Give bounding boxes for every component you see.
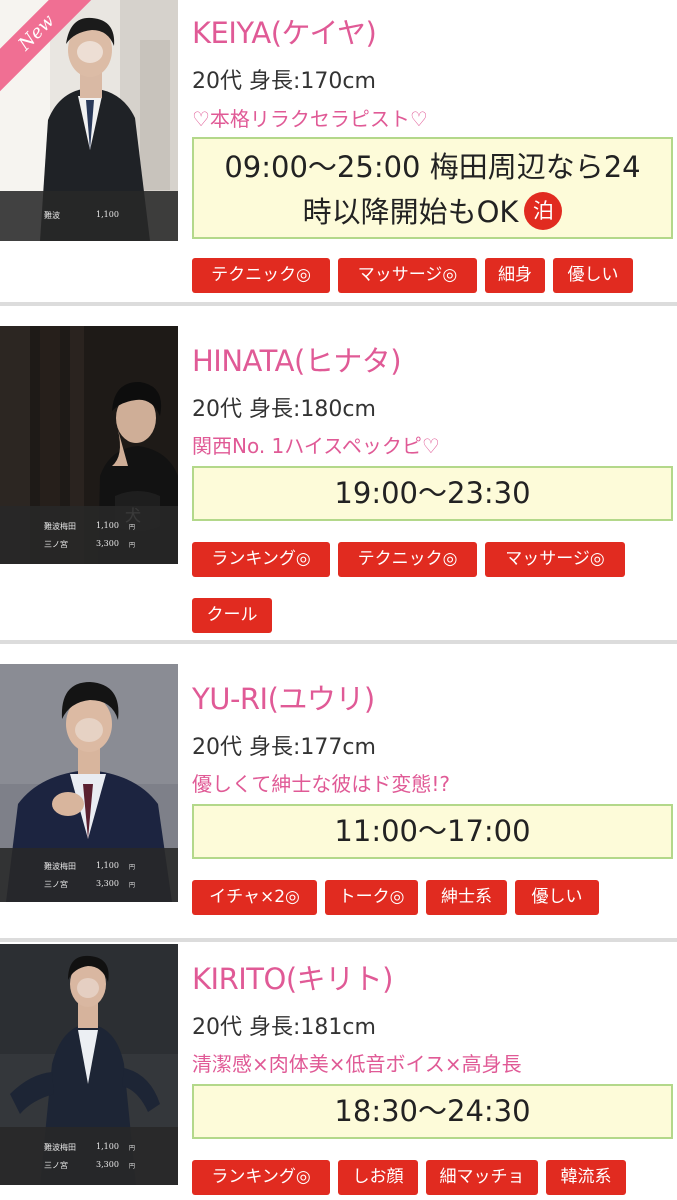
cast-stats: 20代 身長:180cm bbox=[192, 397, 376, 422]
cast-card-yuri[interactable]: 難波梅田 1,100 円 三ノ宮 3,300 円 YU-RI(ユウリ) 20代 … bbox=[0, 644, 677, 938]
cast-name[interactable]: YU-RI(ユウリ) bbox=[192, 676, 375, 718]
price-area: 難波梅田 bbox=[44, 1143, 76, 1152]
tag-lean-muscle[interactable]: 細マッチョ bbox=[426, 1160, 538, 1195]
tag-kind[interactable]: 優しい bbox=[515, 880, 599, 915]
cast-name[interactable]: KEIYA(ケイヤ) bbox=[192, 10, 377, 52]
price-row: 三ノ宮 3,300 円 bbox=[0, 539, 178, 551]
tag-technique[interactable]: テクニック◎ bbox=[192, 258, 330, 293]
price-fee: 3,300 bbox=[96, 539, 119, 548]
price-unit: 円 bbox=[129, 1145, 136, 1152]
cast-catchphrase: 関西No. 1ハイスペックピ♡ bbox=[192, 434, 440, 458]
cast-photo-keiya[interactable]: New 難波 1,100 bbox=[0, 0, 178, 241]
price-row: 難波梅田 1,100 円 bbox=[0, 521, 178, 533]
price-unit: 円 bbox=[129, 524, 136, 531]
cast-name[interactable]: KIRITO(キリト) bbox=[192, 956, 393, 998]
cast-info: KIRITO(キリト) 20代 身長:181cm 清潔感×肉体美×低音ボイス×高… bbox=[192, 942, 673, 1200]
price-area: 難波梅田 bbox=[44, 522, 76, 531]
working-hours: 11:00〜17:00 bbox=[192, 804, 673, 859]
price-row: 難波 1,100 bbox=[0, 210, 178, 222]
price-fee: 1,100 bbox=[96, 1142, 119, 1151]
price-box: 難波梅田 1,100 円 三ノ宮 3,300 円 bbox=[0, 848, 178, 902]
price-box: 難波梅田 1,100 円 三ノ宮 3,300 円 bbox=[0, 506, 178, 564]
tag-gentleman[interactable]: 紳士系 bbox=[426, 880, 507, 915]
tag-ranking[interactable]: ランキング◎ bbox=[192, 1160, 330, 1195]
tag-korean-style[interactable]: 韓流系 bbox=[546, 1160, 626, 1195]
working-hours: 19:00〜23:30 bbox=[192, 466, 673, 521]
cast-stats: 20代 身長:177cm bbox=[192, 735, 376, 760]
working-hours: 18:30〜24:30 bbox=[192, 1084, 673, 1139]
price-row: 難波梅田 1,100 円 bbox=[0, 1142, 178, 1154]
cast-photo-kirito[interactable]: 難波梅田 1,100 円 三ノ宮 3,300 円 bbox=[0, 944, 178, 1185]
price-area: 三ノ宮 bbox=[44, 1161, 68, 1170]
price-fee: 3,300 bbox=[96, 879, 119, 888]
cast-photo-yuri[interactable]: 難波梅田 1,100 円 三ノ宮 3,300 円 bbox=[0, 664, 178, 902]
working-hours: 09:00〜25:00 梅田周辺なら24 時以降開始もOK 泊 bbox=[192, 137, 673, 239]
tag-talk[interactable]: トーク◎ bbox=[325, 880, 418, 915]
hours-line-2: 時以降開始もOK 泊 bbox=[194, 190, 671, 235]
cast-card-hinata[interactable]: 犬 難波梅田 1,100 円 三ノ宮 3,300 円 HINATA(ヒナタ) 2… bbox=[0, 306, 677, 640]
price-box: 難波 1,100 bbox=[0, 191, 178, 241]
tag-salt-face[interactable]: しお顔 bbox=[338, 1160, 418, 1195]
cast-info: KEIYA(ケイヤ) 20代 身長:170cm ♡本格リラクセラピスト♡ 09:… bbox=[192, 0, 673, 302]
price-area: 三ノ宮 bbox=[44, 540, 68, 549]
hours-line-1: 09:00〜25:00 梅田周辺なら24 bbox=[224, 150, 641, 184]
cast-photo-hinata[interactable]: 犬 難波梅田 1,100 円 三ノ宮 3,300 円 bbox=[0, 326, 178, 564]
tag-massage[interactable]: マッサージ◎ bbox=[485, 542, 625, 577]
cast-catchphrase: 優しくて紳士な彼はド変態!? bbox=[192, 772, 451, 796]
cast-stats: 20代 身長:170cm bbox=[192, 69, 376, 94]
cast-name[interactable]: HINATA(ヒナタ) bbox=[192, 338, 402, 380]
price-fee: 1,100 bbox=[96, 861, 119, 870]
price-unit: 円 bbox=[129, 1163, 136, 1170]
tag-cool[interactable]: クール bbox=[192, 598, 272, 633]
cast-catchphrase: ♡本格リラクセラピスト♡ bbox=[192, 107, 428, 131]
cast-card-keiya[interactable]: New 難波 1,100 KEIYA(ケイヤ) 20代 身長:170cm ♡本格… bbox=[0, 0, 677, 302]
cast-stats: 20代 身長:181cm bbox=[192, 1015, 376, 1040]
cast-info: HINATA(ヒナタ) 20代 身長:180cm 関西No. 1ハイスペックピ♡… bbox=[192, 306, 673, 640]
overnight-badge: 泊 bbox=[524, 192, 563, 230]
cast-card-kirito[interactable]: 難波梅田 1,100 円 三ノ宮 3,300 円 KIRITO(キリト) 20代… bbox=[0, 942, 677, 1200]
price-area: 難波 bbox=[44, 211, 60, 220]
tag-flirty[interactable]: イチャ×2◎ bbox=[192, 880, 317, 915]
price-fee: 1,100 bbox=[96, 521, 119, 530]
tag-ranking[interactable]: ランキング◎ bbox=[192, 542, 330, 577]
tag-technique[interactable]: テクニック◎ bbox=[338, 542, 477, 577]
price-fee: 3,300 bbox=[96, 1160, 119, 1169]
price-fee: 1,100 bbox=[96, 210, 119, 219]
price-box: 難波梅田 1,100 円 三ノ宮 3,300 円 bbox=[0, 1127, 178, 1185]
tag-slim[interactable]: 細身 bbox=[485, 258, 545, 293]
cast-catchphrase: 清潔感×肉体美×低音ボイス×高身長 bbox=[192, 1052, 522, 1076]
cast-info: YU-RI(ユウリ) 20代 身長:177cm 優しくて紳士な彼はド変態!? 1… bbox=[192, 644, 673, 938]
price-area: 三ノ宮 bbox=[44, 880, 68, 889]
price-row: 難波梅田 1,100 円 bbox=[0, 861, 178, 873]
price-row: 三ノ宮 3,300 円 bbox=[0, 1160, 178, 1172]
tag-massage[interactable]: マッサージ◎ bbox=[338, 258, 477, 293]
price-unit: 円 bbox=[129, 882, 136, 889]
price-area: 難波梅田 bbox=[44, 862, 76, 871]
price-unit: 円 bbox=[129, 542, 136, 549]
price-row: 三ノ宮 3,300 円 bbox=[0, 879, 178, 891]
price-unit: 円 bbox=[129, 864, 136, 871]
hours-line-2-text: 時以降開始もOK bbox=[302, 195, 519, 229]
tag-kind[interactable]: 優しい bbox=[553, 258, 633, 293]
